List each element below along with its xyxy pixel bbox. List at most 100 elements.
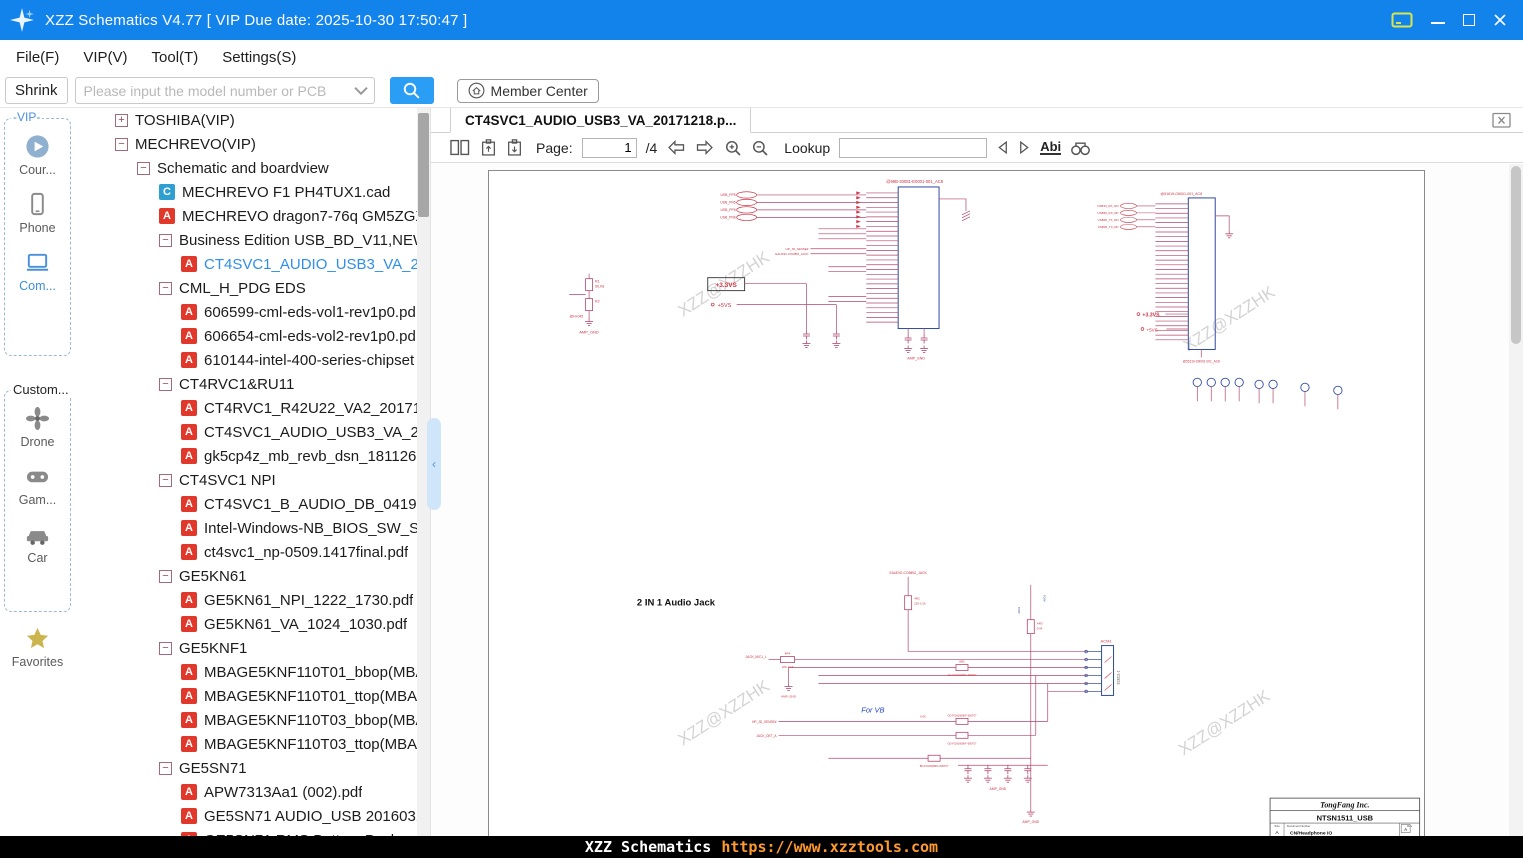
document-scrollbar[interactable] — [1509, 164, 1523, 836]
maximize-button[interactable] — [1463, 14, 1475, 26]
tree-item[interactable]: C MECHREVO F1 PH4TUX1.cad — [75, 180, 417, 204]
tree-item[interactable]: A MECHREVO dragon7-76q GM5ZGX — [75, 204, 417, 228]
svg-text:USB30_TX_RN: USB30_TX_RN — [1098, 218, 1119, 222]
binoculars-search-icon[interactable] — [1070, 140, 1091, 156]
close-button[interactable] — [1493, 13, 1507, 27]
svg-text:AR3: AR3 — [1037, 622, 1043, 626]
document-panel: CT4SVC1_AUDIO_USB3_VA_20171218.p... Page… — [430, 108, 1523, 836]
menu-tool[interactable]: Tool(T) — [152, 49, 199, 66]
svg-text:Rev: Rev — [1407, 824, 1413, 828]
tree-item[interactable]: − GE5KNF1 — [75, 636, 417, 660]
tree-item[interactable]: A 606654-cml-eds-vol2-rev1p0.pd — [75, 324, 417, 348]
tree-item[interactable]: A MBAGE5KNF110T03_bbop(MBA — [75, 708, 417, 732]
tree-item[interactable]: A MBAGE5KNF110T01_bbop(MBA — [75, 660, 417, 684]
sidebar-item-games[interactable]: Gam... — [5, 463, 70, 507]
collapse-toggle-icon[interactable]: − — [137, 161, 150, 175]
collapse-toggle-icon[interactable]: − — [159, 569, 172, 583]
lookup-input[interactable] — [839, 137, 988, 158]
sidebar-item-computer[interactable]: Com... — [5, 249, 70, 293]
tree-item[interactable]: A GE5KN61_NPI_1222_1730.pdf — [75, 588, 417, 612]
search-input[interactable] — [75, 82, 353, 99]
tree-item[interactable]: A Intel-Windows-NB_BIOS_SW_SP — [75, 516, 417, 540]
tree-item[interactable]: A 606599-cml-eds-vol1-rev1p0.pd — [75, 300, 417, 324]
tree-item-label: GE5KN61 — [179, 567, 247, 585]
collapse-toggle-icon[interactable]: − — [159, 473, 172, 487]
next-page-button[interactable] — [695, 140, 715, 155]
tree-item[interactable]: AGE5SN71 RMS Battery Pack spe — [75, 828, 417, 836]
tree-item-label: CML_H_PDG EDS — [179, 279, 306, 297]
tree-item[interactable]: A APW7313Aa1 (002).pdf — [75, 780, 417, 804]
app-logo-icon — [10, 8, 34, 32]
license-icon[interactable] — [1391, 11, 1413, 29]
page-down-view-icon[interactable] — [506, 139, 523, 156]
tree-item[interactable]: A CT4SVC1_B_AUDIO_DB_0419-TV — [75, 492, 417, 516]
tree-item-label: TOSHIBA(VIP) — [135, 111, 235, 129]
search-box[interactable] — [74, 77, 375, 104]
page-up-view-icon[interactable] — [480, 139, 497, 156]
menu-bar: File(F) VIP(V) Tool(T) Settings(S) — [0, 40, 1523, 74]
tree-item[interactable]: − GE5SN71 — [75, 756, 417, 780]
svg-text:AIO3: AIO3 — [1043, 595, 1047, 602]
svg-text:BD-FCM1608KF-600T07: BD-FCM1608KF-600T07 — [920, 764, 949, 768]
text-select-tool[interactable]: Abi — [1040, 140, 1062, 155]
page-number-input[interactable] — [581, 137, 637, 158]
previous-result-button[interactable] — [996, 140, 1009, 155]
tree-item[interactable]: A CT4SVC1_AUDIO_USB3_VA_2017 — [75, 420, 417, 444]
sidebar-item-courses[interactable]: Cour... — [5, 133, 70, 177]
sidebar-item-phone[interactable]: Phone — [5, 191, 70, 235]
collapse-toggle-icon[interactable]: − — [159, 761, 172, 775]
tree-scrollbar-thumb[interactable] — [418, 113, 429, 217]
collapse-toggle-icon[interactable]: − — [159, 377, 172, 391]
collapse-toggle-icon[interactable]: − — [159, 233, 172, 247]
sidebar-item-favorites[interactable]: Favorites — [0, 625, 75, 669]
tree-item-label: MBAGE5KNF110T03_bbop(MBA — [204, 711, 417, 729]
sidebar-item-drone[interactable]: Drone — [5, 405, 70, 449]
zoom-out-icon[interactable] — [751, 139, 769, 157]
tree-item[interactable]: A GE5SN71 AUDIO_USB 20160314 — [75, 804, 417, 828]
member-center-button[interactable]: Member Center — [456, 78, 599, 103]
menu-settings[interactable]: Settings(S) — [222, 49, 296, 66]
document-scrollbar-thumb[interactable] — [1511, 166, 1521, 344]
tree-item[interactable]: − GE5KN61 — [75, 564, 417, 588]
svg-text:AMP_GND: AMP_GND — [1022, 820, 1039, 824]
next-result-button[interactable] — [1018, 140, 1031, 155]
tree-item[interactable]: + TOSHIBA(VIP) — [75, 108, 417, 132]
menu-file[interactable]: File(F) — [16, 49, 59, 66]
tree-item[interactable]: A CT4RVC1_R42U22_VA2_2017122 — [75, 396, 417, 420]
zoom-in-icon[interactable] — [724, 139, 742, 157]
tree-item[interactable]: Agk5cp4z_mb_revb_dsn_181126.p — [75, 444, 417, 468]
tree-item[interactable]: A 610144-intel-400-series-chipset — [75, 348, 417, 372]
chevron-down-icon[interactable] — [353, 86, 369, 96]
facing-pages-view-icon[interactable] — [449, 139, 471, 156]
sidebar-item-car[interactable]: Car — [5, 521, 70, 565]
panel-collapse-handle[interactable]: ‹ — [427, 418, 441, 510]
minimize-button[interactable] — [1431, 22, 1445, 24]
expand-toggle-icon[interactable]: + — [115, 113, 128, 127]
sidebar-item-label: Cour... — [19, 163, 56, 177]
tree-item[interactable]: − Schematic and boardview — [75, 156, 417, 180]
tree-item[interactable]: − CT4SVC1 NPI — [75, 468, 417, 492]
testpoints — [1192, 377, 1343, 410]
tree-item[interactable]: − Business Edition USB_BD_V11,NEW — [75, 228, 417, 252]
collapse-toggle-icon[interactable]: − — [159, 641, 172, 655]
pdf-viewer[interactable]: XZZ@XZZHK XZZ@XZZHK XZZ@XZZHK XZZ@XZZHK … — [431, 164, 1509, 836]
tree-item[interactable]: A MBAGE5KNF110T01_ttop(MBA, — [75, 684, 417, 708]
tree-item[interactable]: − CML_H_PDG EDS — [75, 276, 417, 300]
tree-item[interactable]: A CT4SVC1_AUDIO_USB3_VA_2017 — [75, 252, 417, 276]
close-document-icon[interactable] — [1492, 112, 1511, 129]
collapse-toggle-icon[interactable]: − — [159, 281, 172, 295]
menu-vip[interactable]: VIP(V) — [83, 49, 127, 66]
tree-item[interactable]: − MECHREVO(VIP) — [75, 132, 417, 156]
tree-item[interactable]: − CT4RVC1&RU11 — [75, 372, 417, 396]
tree-item[interactable]: A GE5KN61_VA_1024_1030.pdf — [75, 612, 417, 636]
tree-item-label: APW7313Aa1 (002).pdf — [204, 783, 363, 801]
document-tab[interactable]: CT4SVC1_AUDIO_USB3_VA_20171218.p... — [450, 108, 752, 133]
collapse-toggle-icon[interactable]: − — [115, 137, 128, 151]
tree-item[interactable]: A MBAGE5KNF110T03_ttop(MBA, — [75, 732, 417, 756]
status-url-link[interactable]: https://www.xzztools.com — [721, 838, 938, 856]
shrink-button[interactable]: Shrink — [5, 77, 68, 104]
pdf-file-icon: A — [181, 688, 197, 704]
search-button[interactable] — [389, 77, 434, 104]
previous-page-button[interactable] — [666, 140, 686, 155]
tree-item[interactable]: Act4svc1_np-0509.1417final.pdf — [75, 540, 417, 564]
